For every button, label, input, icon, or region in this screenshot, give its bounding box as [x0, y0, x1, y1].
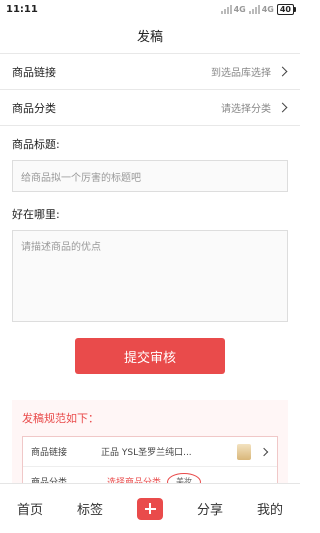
bottom-tab-bar: 首页 标签 分享 我的: [0, 483, 300, 533]
tab-share[interactable]: 分享: [185, 499, 235, 518]
product-thumbnail: [237, 443, 251, 460]
product-title-input[interactable]: 给商品拟一个厉害的标题吧: [12, 160, 288, 192]
product-link-value: 到选品库选择: [211, 68, 271, 79]
title-field-label: 商品标题:: [12, 138, 60, 151]
submit-review-button[interactable]: 提交审核: [75, 338, 225, 374]
status-bar: 11:11 4G 4G 40: [0, 0, 300, 18]
battery-icon: 40: [276, 3, 296, 15]
signal-icon: [220, 4, 232, 14]
desc-field-label: 好在哪里:: [12, 208, 60, 221]
chevron-right-icon: [259, 447, 269, 456]
tab-home[interactable]: 首页: [5, 499, 55, 518]
rules-link-label: 商品链接: [31, 448, 68, 458]
product-category-value: 请选择分类: [221, 104, 271, 115]
product-category-label: 商品分类: [12, 101, 56, 115]
product-link-row[interactable]: 商品链接 到选品库选择: [0, 54, 300, 90]
chevron-right-icon: [277, 102, 288, 113]
tab-publish[interactable]: [125, 497, 175, 520]
rules-row-link: 商品链接 正品 YSL圣罗兰纯口...: [23, 437, 277, 467]
product-desc-textarea[interactable]: 请描述商品的优点: [12, 230, 288, 322]
product-category-row[interactable]: 商品分类 请选择分类: [0, 90, 300, 126]
rules-title: 发稿规范如下：: [22, 412, 99, 425]
tab-tags[interactable]: 标签: [65, 499, 115, 518]
signal-label: 4G: [233, 4, 246, 14]
status-time: 11:11: [6, 3, 38, 15]
signal-icon-2: [248, 4, 260, 14]
page-title: 发稿: [0, 18, 300, 54]
signal-label-2: 4G: [261, 4, 274, 14]
tab-mine[interactable]: 我的: [245, 499, 295, 518]
status-icons: 4G 4G 40: [220, 3, 296, 15]
product-link-label: 商品链接: [12, 65, 56, 79]
battery-level: 40: [276, 3, 294, 15]
rules-link-value: 正品 YSL圣罗兰纯口...: [101, 448, 192, 458]
chevron-right-icon: [277, 66, 288, 77]
plus-icon: [137, 497, 163, 520]
